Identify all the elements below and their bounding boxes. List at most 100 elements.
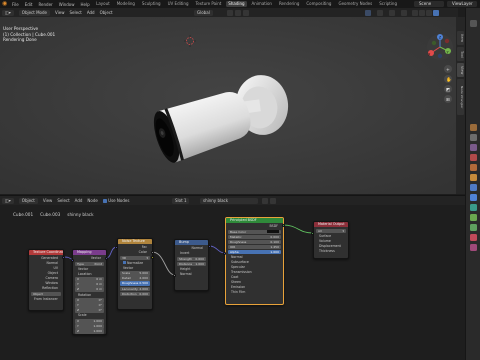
proportional-edit-icon[interactable] bbox=[243, 9, 249, 16]
workspace-tab-modeling[interactable]: Modeling bbox=[114, 1, 137, 7]
shading-wireframe-icon[interactable] bbox=[412, 9, 418, 16]
menu-select[interactable]: Select bbox=[70, 10, 82, 16]
workspace-tab-compositing[interactable]: Compositing bbox=[304, 1, 334, 7]
socket-mapping-out[interactable] bbox=[105, 257, 108, 260]
menu-view[interactable]: View bbox=[55, 10, 65, 16]
workspace-tab-animation[interactable]: Animation bbox=[249, 1, 274, 7]
socket-noise-color-out[interactable] bbox=[151, 256, 154, 259]
3d-viewport[interactable]: X Y Z + ✋ ◩ ⊞ User Perspective (1) Colle… bbox=[0, 17, 456, 194]
overlay-toggle-icon[interactable] bbox=[389, 9, 395, 16]
snap-icon[interactable] bbox=[235, 9, 241, 16]
xray-toggle-icon[interactable] bbox=[401, 9, 407, 16]
scale-x[interactable]: X 1.000 bbox=[75, 319, 104, 324]
socket-noise-vector-in[interactable] bbox=[115, 246, 118, 249]
shading-rendered-icon[interactable] bbox=[433, 9, 439, 16]
scene-selector[interactable]: Scene bbox=[414, 1, 444, 7]
from-instancer-checkbox[interactable]: From Instancer bbox=[31, 297, 61, 302]
menu-add[interactable]: Add bbox=[87, 10, 95, 16]
node-menu-select[interactable]: Select bbox=[57, 198, 69, 204]
pivot-icon[interactable] bbox=[227, 9, 233, 16]
socket-bump-height-in[interactable] bbox=[173, 274, 176, 277]
node-bump[interactable]: Bump Normal Invert Strength 0.600 Distanc… bbox=[174, 239, 209, 291]
material-selector[interactable]: shinny black bbox=[200, 198, 258, 204]
socket-bsdf-normal-in[interactable] bbox=[223, 252, 226, 255]
node-noise-texture[interactable]: Noise Texture Fac Color 3D ▾ Normalize Ve… bbox=[117, 238, 153, 310]
constraints-properties-icon[interactable] bbox=[470, 214, 477, 221]
node-menu-add[interactable]: Add bbox=[75, 198, 83, 204]
render-properties-icon[interactable] bbox=[470, 124, 477, 131]
transform-orientation[interactable]: Global bbox=[194, 9, 213, 16]
blender-logo-icon[interactable]: ◉ bbox=[2, 1, 9, 7]
shading-material-icon[interactable] bbox=[426, 9, 432, 16]
workspace-tab-uv-editing[interactable]: UV Editing bbox=[165, 1, 191, 7]
workspace-tab-scripting[interactable]: Scripting bbox=[377, 1, 400, 7]
socket-texcoord-object[interactable] bbox=[62, 256, 65, 259]
menu-help[interactable]: Help bbox=[80, 2, 89, 7]
section-thin-film[interactable]: Thin Film bbox=[228, 290, 281, 295]
workspace-tab-rendering[interactable]: Rendering bbox=[276, 1, 301, 7]
node-principled-bsdf[interactable]: Principled BSDF BSDF Base Color Metallic… bbox=[225, 217, 284, 305]
noise-distortion-field[interactable]: Distortion 0.000 bbox=[120, 291, 150, 297]
bump-distance-field[interactable]: Distance 1.000 bbox=[177, 261, 206, 267]
visibility-icon[interactable] bbox=[365, 9, 371, 16]
workspace-tab-sculpting[interactable]: Sculpting bbox=[139, 1, 163, 7]
sidebar-tab-view[interactable]: View bbox=[457, 63, 464, 77]
mode-selector[interactable]: Object Mode bbox=[18, 9, 50, 16]
socket-surface-in[interactable] bbox=[311, 232, 314, 235]
sidebar-tab-node-wrangler[interactable]: Node Wrangler bbox=[457, 79, 464, 115]
noise-roughness-field[interactable]: Roughness 0.500 bbox=[120, 281, 150, 286]
rotation-z[interactable]: Z 0° bbox=[75, 308, 104, 313]
socket-noise-fac-out[interactable] bbox=[151, 251, 154, 254]
menu-object[interactable]: Object bbox=[100, 10, 113, 16]
new-material-icon[interactable] bbox=[270, 198, 276, 204]
physics-properties-icon[interactable] bbox=[470, 204, 477, 211]
material-properties-icon[interactable] bbox=[470, 234, 477, 241]
noise-scale-field[interactable]: Scale 5.000 bbox=[120, 271, 150, 276]
ior-field[interactable]: IOR 1.450 bbox=[228, 244, 281, 250]
gizmo-toggle-icon[interactable] bbox=[377, 9, 383, 16]
alpha-field[interactable]: Alpha 1.000 bbox=[228, 249, 281, 255]
node-editor-type-icon[interactable]: ◫▾ bbox=[2, 197, 14, 204]
noise-lacunarity-field[interactable]: Lacunarity 2.000 bbox=[120, 286, 150, 292]
workspace-tab-layout[interactable]: Layout bbox=[94, 1, 113, 7]
menu-edit[interactable]: Edit bbox=[25, 2, 33, 7]
object-properties-icon[interactable] bbox=[470, 174, 477, 181]
node-editor-canvas[interactable]: Cube.001 Cube.003 shinny black Texture C… bbox=[0, 205, 465, 360]
location-x[interactable]: X0 m bbox=[75, 277, 104, 282]
view-layer-selector[interactable]: ViewLayer bbox=[447, 1, 477, 7]
noise-detail-field[interactable]: Detail 2.000 bbox=[120, 276, 150, 281]
menu-window[interactable]: Window bbox=[59, 2, 75, 7]
scale-z[interactable]: Z 1.000 bbox=[75, 329, 104, 334]
node-mapping[interactable]: Mapping Vector Type Point Vector Location… bbox=[72, 249, 107, 335]
output-target-select[interactable]: All ▾ bbox=[316, 228, 346, 234]
tool-properties-icon[interactable] bbox=[470, 20, 477, 27]
world-properties-icon[interactable] bbox=[470, 164, 477, 171]
socket-mapping-in[interactable] bbox=[71, 259, 74, 262]
node-material-output[interactable]: Material Output All ▾ Surface Volume Disp… bbox=[313, 221, 349, 259]
bump-strength-field[interactable]: Strength 0.600 bbox=[177, 256, 206, 262]
workspace-tab-texture-paint[interactable]: Texture Paint bbox=[193, 1, 224, 7]
use-nodes-toggle[interactable]: Use Nodes bbox=[102, 198, 129, 204]
rotation-y[interactable]: Y 0° bbox=[75, 303, 104, 308]
location-z[interactable]: Z0 m bbox=[75, 287, 104, 292]
invert-checkbox[interactable]: Invert bbox=[177, 251, 206, 256]
scale-y[interactable]: Y 1.000 bbox=[75, 324, 104, 329]
location-y[interactable]: Y0 m bbox=[75, 282, 104, 287]
menu-render[interactable]: Render bbox=[38, 2, 52, 7]
roughness-field[interactable]: Roughness 0.100 bbox=[228, 239, 281, 245]
node-texture-coordinate[interactable]: Texture Coordinate Generated Normal UV O… bbox=[28, 249, 64, 311]
fake-user-icon[interactable] bbox=[262, 198, 268, 204]
workspace-tab-geometry-nodes[interactable]: Geometry Nodes bbox=[336, 1, 375, 7]
sidebar-tab-tool[interactable]: Tool bbox=[457, 47, 464, 61]
particles-properties-icon[interactable] bbox=[470, 194, 477, 201]
socket-bsdf-out[interactable] bbox=[282, 224, 285, 227]
menu-file[interactable]: File bbox=[12, 2, 19, 7]
shader-type-selector[interactable]: Object bbox=[18, 197, 38, 204]
output-properties-icon[interactable] bbox=[470, 134, 477, 141]
data-properties-icon[interactable] bbox=[470, 224, 477, 231]
metallic-field[interactable]: Metallic 0.000 bbox=[228, 234, 281, 240]
socket-bump-normal-out[interactable] bbox=[208, 245, 211, 248]
shading-solid-icon[interactable] bbox=[419, 9, 425, 16]
node-menu-node[interactable]: Node bbox=[87, 198, 97, 204]
view-layer-properties-icon[interactable] bbox=[470, 144, 477, 151]
